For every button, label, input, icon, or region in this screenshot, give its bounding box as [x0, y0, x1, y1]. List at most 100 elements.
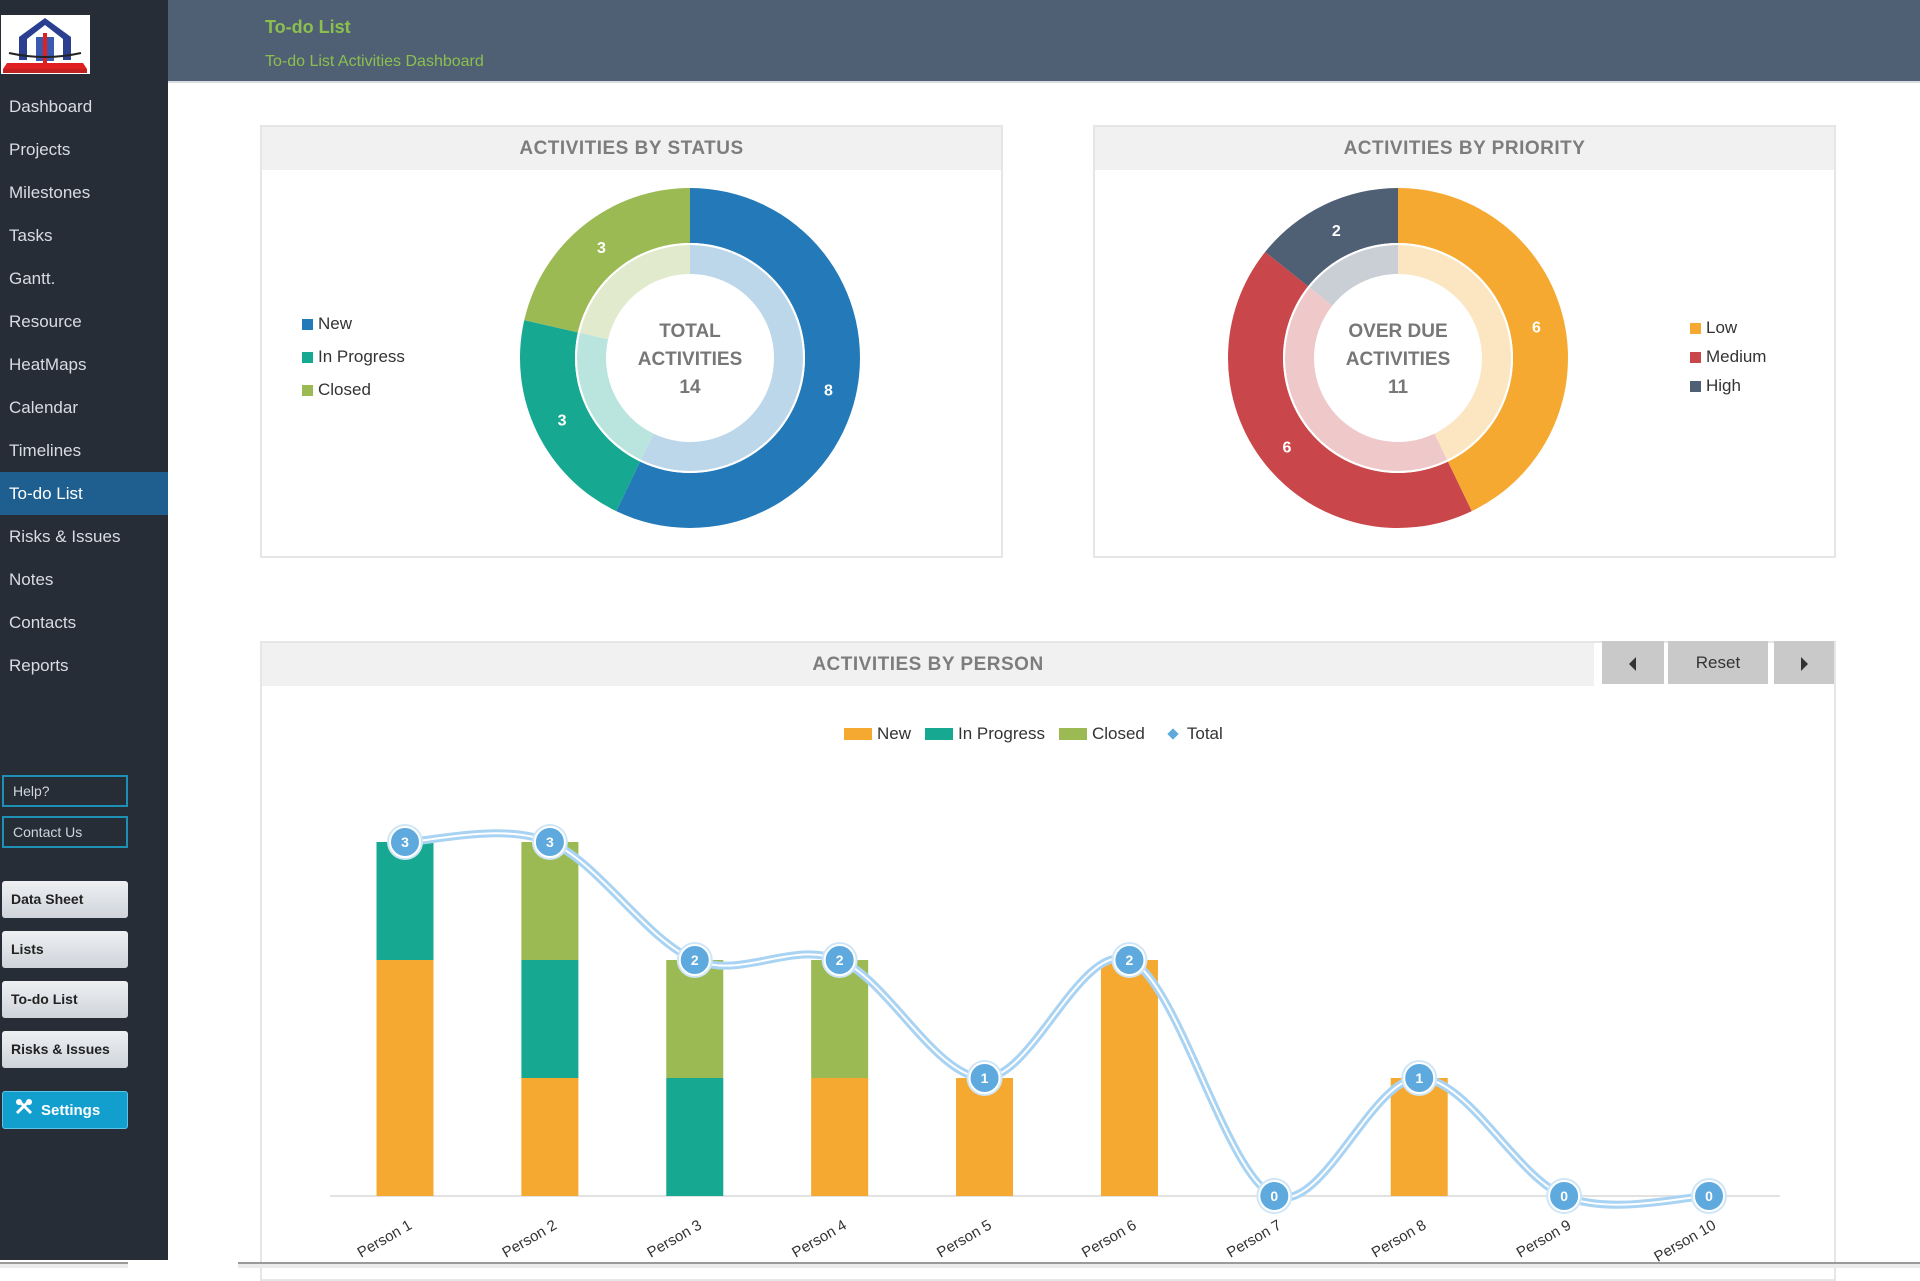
total-data-label: 3	[546, 834, 554, 850]
x-tick-label: Person 5	[934, 1217, 995, 1262]
bar-new[interactable]	[376, 960, 434, 1196]
bar-new[interactable]	[1100, 960, 1158, 1196]
sidebar-item-milestones[interactable]: Milestones	[0, 171, 168, 214]
donut-center-label: TOTAL	[659, 321, 721, 342]
next-button[interactable]	[1774, 641, 1834, 684]
bar-new[interactable]	[521, 1078, 579, 1196]
legend-swatch	[302, 351, 313, 363]
legend-swatch	[925, 728, 954, 740]
horizontal-scrollbar-left[interactable]	[0, 1262, 128, 1268]
legend-closed: Closed	[1058, 724, 1145, 744]
sidebar-item-to-do-list[interactable]: To-do List	[0, 472, 168, 515]
legend-swatch	[844, 728, 872, 740]
sidebar-item-dashboard[interactable]: Dashboard	[0, 85, 168, 128]
x-tick-label: Person 7	[1224, 1217, 1285, 1262]
legend-swatch	[1058, 728, 1087, 740]
total-data-label: 0	[1705, 1188, 1713, 1204]
donut-center-label: 11	[1388, 377, 1409, 398]
legend-low: Low	[1690, 318, 1737, 338]
prev-button[interactable]	[1602, 641, 1664, 684]
donut-center-label: ACTIVITIES	[1346, 349, 1451, 370]
sidebar-item-risks-issues[interactable]: Risks & Issues	[0, 515, 168, 558]
sidebar-item-projects[interactable]: Projects	[0, 128, 168, 171]
person-chart-title: ACTIVITIES BY PERSON	[262, 643, 1594, 686]
sidebar-item-heatmaps[interactable]: HeatMaps	[0, 343, 168, 386]
page-subtitle: To-do List Activities Dashboard	[265, 53, 484, 70]
total-data-label: 2	[836, 952, 844, 968]
todo-list-button[interactable]: To-do List	[2, 981, 128, 1018]
total-data-label: 2	[691, 952, 699, 968]
donut-center-label: ACTIVITIES	[638, 349, 743, 370]
total-data-label: 0	[1560, 1188, 1568, 1204]
x-tick-label: Person 8	[1369, 1217, 1430, 1262]
sidebar-item-reports[interactable]: Reports	[0, 644, 168, 687]
reset-button[interactable]: Reset	[1668, 641, 1768, 684]
total-data-label: 3	[401, 834, 409, 850]
sidebar-item-resource[interactable]: Resource	[0, 300, 168, 343]
status-chart-title: ACTIVITIES BY STATUS	[262, 127, 1001, 170]
priority-chart-title: ACTIVITIES BY PRIORITY	[1095, 127, 1834, 170]
legend-swatch	[302, 384, 313, 396]
donut-center-label: OVER DUE	[1348, 321, 1447, 342]
legend-closed: Closed	[302, 380, 371, 400]
donut-data-label: 6	[1283, 440, 1292, 457]
status-donut-chart: 8 3 3 TOTAL ACTIVITIES 14	[520, 188, 860, 528]
legend-swatch	[1690, 380, 1701, 392]
x-tick-label: Person 9	[1514, 1217, 1575, 1262]
risks-issues-button[interactable]: Risks & Issues	[2, 1031, 128, 1068]
legend-swatch	[1690, 351, 1701, 363]
tools-icon	[15, 1092, 33, 1130]
bar-in-progress[interactable]	[666, 1078, 724, 1196]
donut-data-label: 2	[1332, 223, 1341, 240]
sidebar-item-gantt[interactable]: Gantt.	[0, 257, 168, 300]
legend-in-progress: In Progress	[925, 724, 1045, 744]
data-sheet-button[interactable]: Data Sheet	[2, 881, 128, 918]
legend-medium: Medium	[1690, 347, 1766, 367]
x-tick-label: Person 1	[354, 1217, 415, 1262]
legend-in-progress: In Progress	[302, 347, 405, 367]
donut-center-label: 14	[679, 377, 701, 398]
legend-new: New	[302, 314, 352, 334]
legend-total: Total	[1159, 724, 1223, 744]
bar-in-progress[interactable]	[521, 960, 579, 1078]
horizontal-scrollbar[interactable]	[238, 1262, 1920, 1268]
sidebar-item-timelines[interactable]: Timelines	[0, 429, 168, 472]
settings-label: Settings	[41, 1102, 101, 1119]
donut-data-label: 3	[597, 240, 606, 257]
legend-high: High	[1690, 376, 1741, 396]
total-data-label: 1	[981, 1070, 989, 1086]
sidebar: Dashboard Projects Milestones Tasks Gantt. Re…	[0, 0, 168, 1260]
sidebar-item-contacts[interactable]: Contacts	[0, 601, 168, 644]
lists-button[interactable]: Lists	[2, 931, 128, 968]
bar-new[interactable]	[811, 1078, 869, 1196]
donut-data-label: 8	[824, 383, 833, 400]
x-tick-label: Person 6	[1079, 1217, 1140, 1262]
prev-icon	[1629, 656, 1636, 671]
person-chart-legend: New In Progress Closed Total	[844, 724, 1223, 744]
sidebar-item-calendar[interactable]: Calendar	[0, 386, 168, 429]
settings-button[interactable]: Settings	[2, 1091, 128, 1129]
page-title: To-do List	[265, 17, 351, 37]
contact-us-button[interactable]: Contact Us	[2, 816, 128, 848]
person-bar-chart: Person 1 Person 2 Person 3 Person 4 Person 5…	[330, 824, 1780, 1266]
x-tick-label: Person 2	[499, 1217, 560, 1262]
next-icon	[1801, 656, 1808, 671]
total-line-glow	[404, 829, 1710, 1209]
company-logo[interactable]	[1, 15, 90, 74]
donut-data-label: 3	[558, 413, 567, 430]
legend-new: New	[844, 724, 911, 744]
total-data-label: 1	[1415, 1070, 1423, 1086]
legend-swatch	[302, 318, 313, 330]
donut-data-label: 6	[1532, 319, 1541, 336]
total-data-label: 2	[1126, 952, 1134, 968]
help-button[interactable]: Help?	[2, 775, 128, 807]
x-tick-label: Person 4	[789, 1217, 850, 1262]
legend-marker	[1167, 728, 1179, 740]
page-header: To-do List To-do List Activities Dashboa…	[168, 0, 1920, 83]
total-data-label: 0	[1270, 1188, 1278, 1204]
legend-swatch	[1690, 322, 1701, 334]
sidebar-item-notes[interactable]: Notes	[0, 558, 168, 601]
x-tick-label: Person 10	[1651, 1217, 1719, 1266]
sidebar-item-tasks[interactable]: Tasks	[0, 214, 168, 257]
priority-donut-chart: 6 6 2 OVER DUE ACTIVITIES 11	[1228, 188, 1568, 528]
